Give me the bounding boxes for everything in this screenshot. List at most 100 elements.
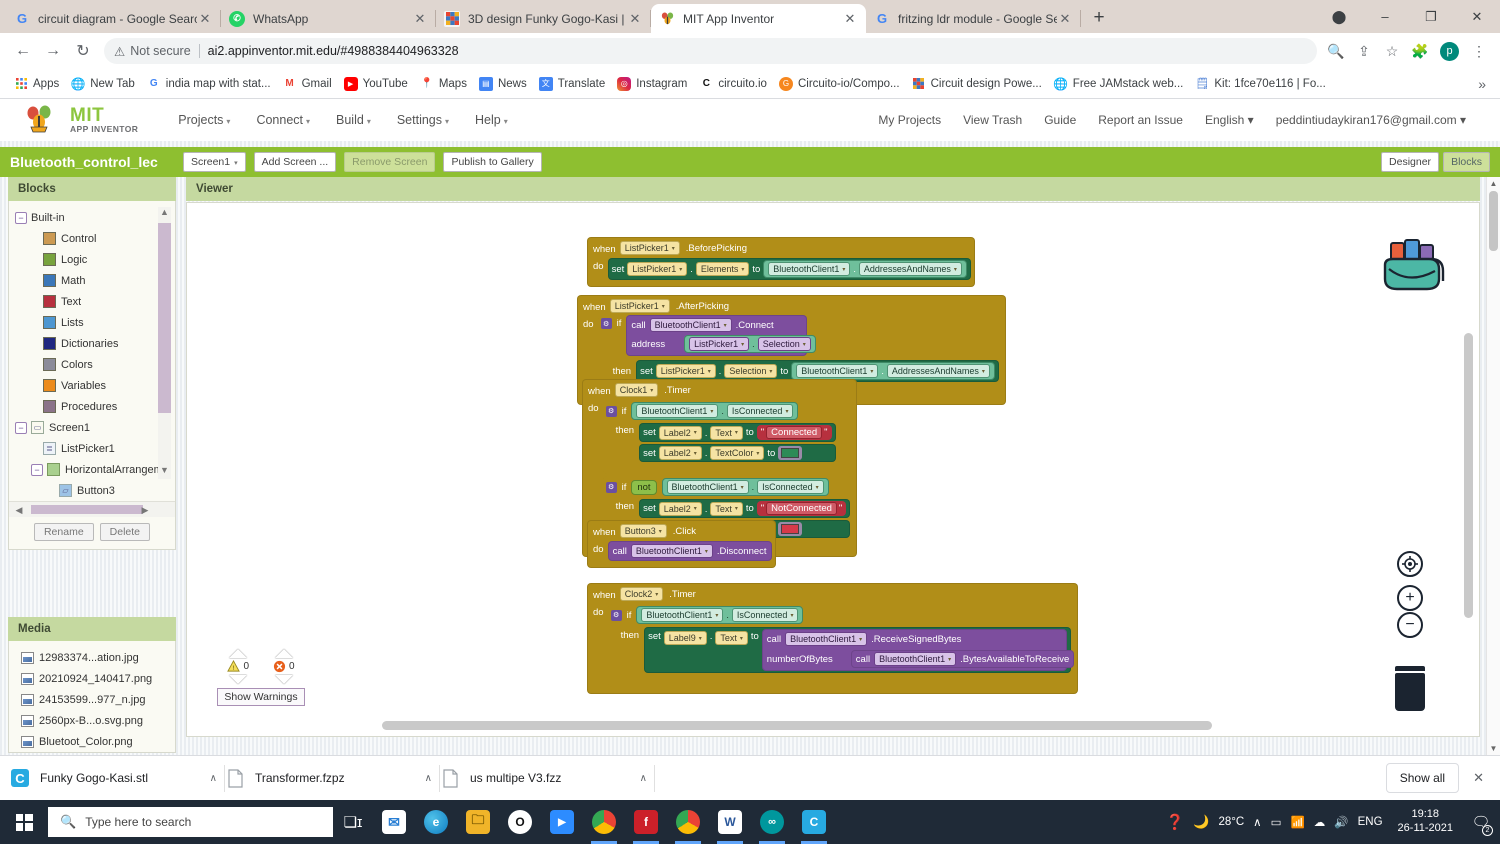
tree-node-listpicker1[interactable]: ≣ ListPicker1: [9, 438, 175, 459]
component-dropdown[interactable]: BluetoothClient1▾: [641, 608, 723, 622]
property-dropdown[interactable]: Selection▾: [758, 337, 811, 351]
text-string-block[interactable]: " Connected ": [757, 425, 832, 440]
canvas-vertical-scrollbar[interactable]: [1464, 333, 1473, 618]
backpack-icon[interactable]: [1373, 235, 1451, 297]
language-indicator[interactable]: ENG: [1358, 816, 1383, 828]
if-then-block[interactable]: ⚙ if BluetoothClient1▾ . IsConnected▾ th…: [608, 604, 1075, 687]
page-vertical-scrollbar[interactable]: ▲ ▼: [1486, 177, 1500, 755]
tree-node-control[interactable]: Control: [9, 228, 175, 249]
not-block[interactable]: not: [631, 480, 656, 495]
property-dropdown[interactable]: IsConnected▾: [727, 404, 794, 418]
scroll-right-arrow-icon[interactable]: ▶: [137, 502, 153, 517]
browser-tab-3[interactable]: MIT App Inventor ✕: [651, 4, 866, 33]
taskbar-app-chrome[interactable]: [583, 800, 625, 844]
call-block-disconnect[interactable]: call BluetoothClient1▾ .Disconnect: [608, 541, 772, 561]
condition-getter-block[interactable]: BluetoothClient1▾ . IsConnected▾: [662, 478, 829, 496]
center-blocks-button[interactable]: [1397, 551, 1423, 577]
tree-node-lists[interactable]: Lists: [9, 312, 175, 333]
tree-node-button3[interactable]: ▱ Button3: [9, 480, 175, 501]
screen-selector[interactable]: Screen1▾: [183, 152, 246, 173]
list-item[interactable]: 2560px-B...o.svg.png: [21, 710, 175, 731]
component-dropdown[interactable]: ListPicker1▾: [627, 262, 687, 276]
extensions-icon[interactable]: 🧩: [1407, 38, 1433, 64]
start-button[interactable]: [0, 800, 48, 844]
menu-settings[interactable]: Settings▾: [397, 113, 449, 127]
taskbar-app-edge[interactable]: e: [415, 800, 457, 844]
color-block-red[interactable]: [778, 522, 802, 536]
tree-node-dictionaries[interactable]: Dictionaries: [9, 333, 175, 354]
bookmark-news[interactable]: ▤ News: [473, 74, 533, 94]
window-close-button[interactable]: ✕: [1454, 9, 1500, 25]
zoom-out-button[interactable]: −: [1397, 612, 1423, 638]
bookmark-fritzing-kit[interactable]: 🗒 Kit: 1fce70e116 | Fo...: [1189, 74, 1331, 94]
call-block-bytesavailable[interactable]: call BluetoothClient1▾ .BytesAvailableTo…: [851, 650, 1074, 668]
blocks-canvas[interactable]: when ListPicker1▾ .BeforePicking do set …: [186, 202, 1480, 737]
help-circle-icon[interactable]: ❓: [1166, 813, 1185, 831]
bookmark-new-tab[interactable]: 🌐 New Tab: [65, 74, 141, 94]
back-button[interactable]: ←: [8, 36, 38, 66]
component-dropdown[interactable]: Label9▾: [664, 631, 707, 645]
rename-button[interactable]: Rename: [34, 523, 94, 541]
property-dropdown[interactable]: IsConnected▾: [757, 480, 824, 494]
set-block-textcolor[interactable]: set Label2▾ . TextColor▾ to: [639, 444, 835, 462]
taskbar-app-opera[interactable]: O: [499, 800, 541, 844]
bookmark-translate[interactable]: 文 Translate: [533, 74, 612, 94]
tree-node-variables[interactable]: Variables: [9, 375, 175, 396]
set-block[interactable]: set Label9▾ . Text▾ to call BluetoothCli…: [644, 627, 1071, 673]
chevron-up-icon[interactable]: ∧: [640, 773, 647, 784]
menu-projects[interactable]: Projects▾: [178, 113, 230, 127]
error-next-arrow-icon[interactable]: [275, 675, 293, 684]
security-status[interactable]: ⚠ Not secure: [114, 44, 191, 59]
zoom-icon[interactable]: 🔍: [1323, 38, 1349, 64]
taskbar-app-word[interactable]: W: [709, 800, 751, 844]
bookmark-circuit-design[interactable]: Circuit design Powe...: [906, 74, 1048, 94]
tree-node-logic[interactable]: Logic: [9, 249, 175, 270]
condition-getter-block[interactable]: BluetoothClient1▾ . IsConnected▾: [636, 606, 803, 624]
browser-tab-2[interactable]: 3D design Funky Gogo-Kasi | Tin ✕: [436, 4, 651, 33]
warning-next-arrow-icon[interactable]: [229, 675, 247, 684]
scrollbar-thumb[interactable]: [382, 721, 1212, 730]
taskbar-app-facebook[interactable]: f: [625, 800, 667, 844]
menu-connect[interactable]: Connect▾: [256, 113, 310, 127]
component-dropdown[interactable]: BluetoothClient1▾: [631, 544, 713, 558]
component-dropdown[interactable]: Clock2▾: [620, 587, 664, 601]
text-value[interactable]: NotConnected: [766, 502, 837, 515]
tree-node-math[interactable]: Math: [9, 270, 175, 291]
tree-horizontal-scrollbar[interactable]: ◀ ▶: [9, 501, 175, 517]
link-report-issue[interactable]: Report an Issue: [1098, 113, 1183, 127]
chevron-up-icon[interactable]: ∧: [210, 773, 217, 784]
bookmark-instagram[interactable]: ◎ Instagram: [611, 74, 693, 94]
star-icon[interactable]: ☆: [1379, 38, 1405, 64]
component-dropdown[interactable]: ListPicker1▾: [610, 299, 670, 313]
download-item-2[interactable]: us multipe V3.fzz ∧: [440, 756, 655, 801]
property-dropdown[interactable]: AddressesAndNames▾: [859, 262, 962, 276]
link-guide[interactable]: Guide: [1044, 113, 1076, 127]
tree-node-procedures[interactable]: Procedures: [9, 396, 175, 417]
tab-designer[interactable]: Designer: [1381, 152, 1439, 173]
forward-button[interactable]: →: [38, 36, 68, 66]
publish-to-gallery-button[interactable]: Publish to Gallery: [443, 152, 541, 173]
component-dropdown[interactable]: BluetoothClient1▾: [768, 262, 850, 276]
taskbar-app-arduino[interactable]: ∞: [751, 800, 793, 844]
browser-tab-0[interactable]: G circuit diagram - Google Search ✕: [6, 4, 221, 33]
tree-node-horizontalarrangement-1[interactable]: − HorizontalArrangeme: [9, 459, 175, 480]
battery-icon[interactable]: ▭: [1271, 815, 1282, 829]
property-dropdown[interactable]: AddressesAndNames▾: [887, 364, 990, 378]
property-dropdown[interactable]: Text▾: [710, 502, 743, 516]
gear-icon[interactable]: ⚙: [606, 406, 617, 417]
component-dropdown[interactable]: ListPicker1▾: [620, 241, 680, 255]
gear-icon[interactable]: ⚙: [601, 318, 612, 329]
reload-button[interactable]: ↻: [68, 36, 98, 66]
property-dropdown[interactable]: Selection▾: [724, 364, 777, 378]
scroll-left-arrow-icon[interactable]: ◀: [11, 502, 27, 517]
bookmarks-overflow-icon[interactable]: »: [1472, 76, 1492, 92]
download-item-0[interactable]: C Funky Gogo-Kasi.stl ∧: [10, 756, 225, 801]
download-item-1[interactable]: Transformer.fzpz ∧: [225, 756, 440, 801]
component-dropdown[interactable]: BluetoothClient1▾: [667, 480, 749, 494]
component-dropdown[interactable]: Button3▾: [620, 524, 667, 538]
block-button3-click[interactable]: when Button3▾ .Click do call BluetoothCl…: [587, 520, 776, 568]
browser-tab-4[interactable]: G fritzing ldr module - Google Sea ✕: [866, 4, 1081, 33]
wifi-icon[interactable]: 📶: [1290, 815, 1304, 829]
show-warnings-button[interactable]: Show Warnings: [217, 688, 304, 706]
bookmark-gmail[interactable]: M Gmail: [277, 74, 338, 94]
